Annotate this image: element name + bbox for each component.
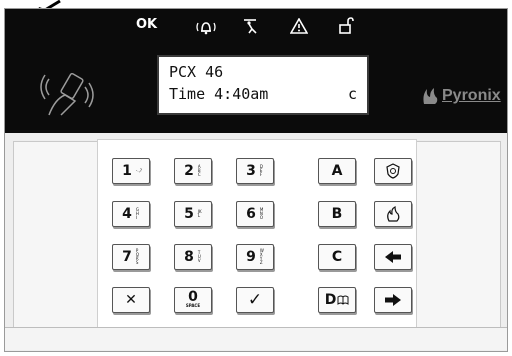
key-b[interactable]: B xyxy=(318,201,356,227)
keypad-side-panel-right xyxy=(413,141,501,329)
warning-triangle-icon xyxy=(290,18,308,34)
keypad-side-panel-left xyxy=(13,141,101,329)
key-d[interactable]: D xyxy=(318,287,356,313)
brand-logo: Pyronix xyxy=(421,87,501,105)
lcd-line-1: PCX 46 xyxy=(169,63,224,81)
flame-logo-icon xyxy=(423,88,438,104)
right-arrow-button[interactable] xyxy=(374,287,412,313)
left-arrow-icon xyxy=(385,251,401,263)
key-6[interactable]: 6 MNO xyxy=(236,201,274,227)
checkmark-icon: ✓ xyxy=(247,290,263,310)
book-icon xyxy=(337,295,349,305)
right-arrow-icon xyxy=(385,294,401,306)
key-9[interactable]: 9 WXYZ xyxy=(236,244,274,270)
cancel-icon: ✕ xyxy=(125,292,137,308)
police-icon xyxy=(386,163,400,179)
key-3[interactable]: 3 DEF xyxy=(236,158,274,184)
fire-icon xyxy=(387,206,400,222)
keypad-area: 1 -.,? 2 ABC 3 DEF A 4 GHI 5 JKL 6 MNO B… xyxy=(5,133,507,345)
lcd-line-2: Time 4:40am xyxy=(169,85,269,103)
key-0[interactable]: 0 SPACE xyxy=(174,287,212,313)
proximity-tag-icon xyxy=(40,72,94,116)
keypad-center: 1 -.,? 2 ABC 3 DEF A 4 GHI 5 JKL 6 MNO B… xyxy=(97,139,417,331)
key-1[interactable]: 1 -.,? xyxy=(112,158,150,184)
key-5[interactable]: 5 JKL xyxy=(174,201,212,227)
key-8[interactable]: 8 TUV xyxy=(174,244,212,270)
key-2[interactable]: 2 ABC xyxy=(174,158,212,184)
key-7[interactable]: 7 PQRS xyxy=(112,244,150,270)
police-button[interactable] xyxy=(374,158,412,184)
lcd-display: PCX 46 Time 4:40am c xyxy=(157,55,369,115)
lcd-indicator: c xyxy=(347,85,357,103)
bottom-strip xyxy=(5,327,507,350)
bell-icon xyxy=(196,22,216,35)
brand-name: Pyronix xyxy=(442,87,501,104)
keypad-panel: OK PCX 46 Time 4:40am c Pyronix 1 -.,? 2… xyxy=(4,8,508,352)
fire-button[interactable] xyxy=(374,201,412,227)
cancel-button[interactable]: ✕ xyxy=(112,287,150,313)
walking-person-icon xyxy=(244,19,257,34)
confirm-button[interactable]: ✓ xyxy=(236,287,274,313)
left-arrow-button[interactable] xyxy=(374,244,412,270)
key-a[interactable]: A xyxy=(318,158,356,184)
key-4[interactable]: 4 GHI xyxy=(112,201,150,227)
ok-indicator: OK xyxy=(136,17,158,32)
unlocked-padlock-icon xyxy=(339,17,354,34)
key-c[interactable]: C xyxy=(318,244,356,270)
display-header: OK PCX 46 Time 4:40am c Pyronix xyxy=(5,9,507,133)
